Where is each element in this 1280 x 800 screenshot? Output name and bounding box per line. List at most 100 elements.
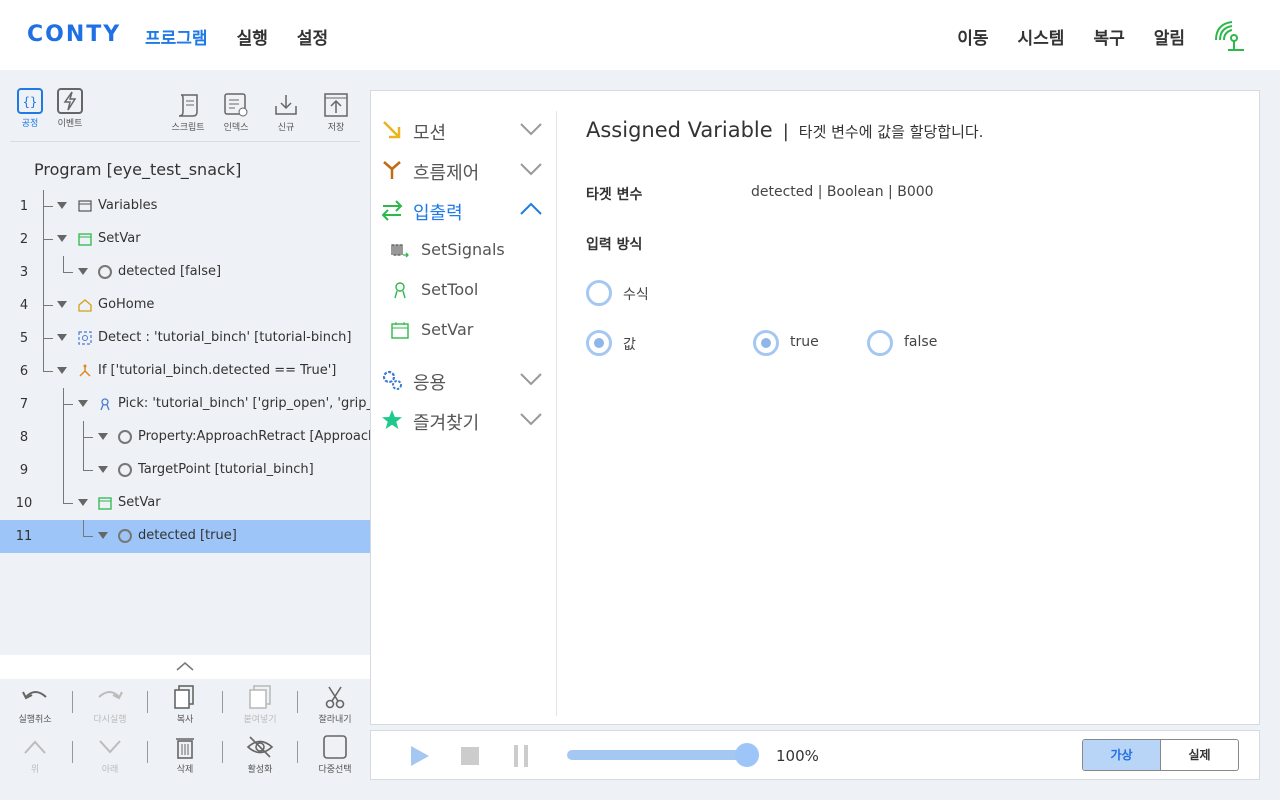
branch-icon [79, 364, 91, 377]
category-application[interactable]: 응용 [381, 365, 546, 395]
category-flow-control[interactable]: 흐름제어 [381, 155, 546, 185]
scissors-icon [325, 686, 345, 709]
line-number: 10 [15, 496, 33, 511]
expand-triangle-icon[interactable] [57, 202, 67, 209]
main-nav: 프로그램 실행 설정 [145, 24, 328, 49]
tree-row-selected[interactable]: 11 detected [true] [0, 520, 370, 553]
paste-button[interactable]: 붙여넣기 [230, 685, 290, 725]
node-label: Variables [98, 198, 158, 213]
category-io[interactable]: 입출력 [381, 195, 546, 225]
star-icon [382, 410, 402, 429]
radio-formula[interactable] [586, 280, 612, 306]
radio-value[interactable] [586, 330, 612, 356]
tree-row[interactable]: 10 SetVar [0, 487, 370, 520]
braces-icon: {} [17, 88, 43, 114]
delete-button[interactable]: 삭제 [155, 735, 215, 775]
expand-triangle-icon[interactable] [98, 466, 108, 473]
expand-triangle-icon[interactable] [57, 367, 67, 374]
stop-button[interactable] [461, 747, 479, 765]
chevron-down-icon [520, 413, 542, 426]
expand-triangle-icon[interactable] [78, 268, 88, 275]
tree-row[interactable]: 1 Variables [0, 190, 370, 223]
tree-row[interactable]: 4 GoHome [0, 289, 370, 322]
line-number: 6 [19, 364, 29, 379]
move-up-button[interactable]: 위 [5, 735, 65, 775]
radio-false[interactable] [867, 330, 893, 356]
speed-slider-handle[interactable] [735, 743, 759, 767]
download-icon [275, 95, 297, 115]
index-button[interactable]: 인덱스 [216, 92, 256, 133]
virtual-mode-button[interactable]: 가상 [1083, 740, 1161, 770]
setvar-icon [391, 322, 409, 339]
nav-move[interactable]: 이동 [957, 24, 988, 49]
copy-button[interactable]: 복사 [155, 685, 215, 725]
move-down-button[interactable]: 아래 [80, 735, 140, 775]
line-number: 4 [19, 298, 29, 313]
expand-triangle-icon[interactable] [78, 400, 88, 407]
target-variable-value[interactable]: detected | Boolean | B000 [751, 184, 934, 200]
chevron-up-icon [176, 662, 194, 671]
chevron-up-icon [520, 202, 542, 215]
real-mode-button[interactable]: 실제 [1161, 740, 1238, 770]
tree-row[interactable]: 8 Property:ApproachRetract [Approach : 1… [0, 421, 370, 454]
command-editor-card: 모션 흐름제어 입출력 SetSignals SetTool SetVar 응용 [370, 90, 1260, 725]
expand-triangle-icon[interactable] [57, 301, 67, 308]
process-tab[interactable]: {} 공정 [16, 88, 44, 129]
detect-icon [78, 331, 92, 345]
motion-arrow-icon [383, 121, 401, 139]
circle-node-icon [118, 430, 132, 444]
expand-triangle-icon[interactable] [57, 334, 67, 341]
eye-off-icon [246, 736, 274, 758]
collapse-toolbar-button[interactable] [0, 655, 370, 679]
category-favorites[interactable]: 즐겨찾기 [381, 405, 546, 435]
system-nav: 이동 시스템 복구 알림 [957, 24, 1185, 49]
tree-row[interactable]: 5 Detect : 'tutorial_binch' [tutorial-bi… [0, 322, 370, 355]
event-tab[interactable]: 이벤트 [54, 88, 86, 129]
command-title: Assigned Variable | 타겟 변수에 값을 할당합니다. [586, 118, 983, 142]
nav-recovery[interactable]: 복구 [1093, 24, 1124, 49]
nav-notifications[interactable]: 알림 [1154, 24, 1185, 49]
radio-true[interactable] [753, 330, 779, 356]
variables-icon [78, 200, 92, 212]
script-button[interactable]: 스크립트 [168, 92, 208, 133]
play-button[interactable] [411, 746, 429, 766]
tree-row[interactable]: 2 SetVar [0, 223, 370, 256]
panel-divider [556, 111, 557, 716]
node-label: detected [false] [118, 264, 222, 279]
gripper-icon [100, 398, 110, 411]
nav-program[interactable]: 프로그램 [145, 24, 208, 49]
command-palette: 모션 흐름제어 입출력 SetSignals SetTool SetVar 응용 [371, 91, 557, 726]
tree-row[interactable]: 7 Pick: 'tutorial_binch' ['grip_open', '… [0, 388, 370, 421]
flow-branch-icon [383, 161, 401, 179]
mode-toggle: 가상 실제 [1082, 739, 1239, 771]
radio-formula-label: 수식 [623, 287, 649, 303]
cut-button[interactable]: 잘라내기 [305, 685, 365, 725]
edit-toolbar: 실행취소 다시실행 복사 붙여넣기 잘라내기 위 아래 삭제 활성화 다중선택 [0, 655, 370, 800]
new-button[interactable]: 신규 [266, 92, 306, 133]
chevron-down-icon [520, 373, 542, 386]
nav-system[interactable]: 시스템 [1018, 24, 1065, 49]
checkbox-icon [323, 735, 347, 759]
signals-icon [391, 244, 409, 258]
category-motion[interactable]: 모션 [381, 115, 546, 145]
redo-button[interactable]: 다시실행 [80, 685, 140, 725]
conty-logo: CONTY [27, 22, 122, 47]
nav-run[interactable]: 실행 [237, 24, 268, 49]
save-button[interactable]: 저장 [316, 92, 356, 133]
toggle-active-button[interactable]: 활성화 [230, 735, 290, 775]
tree-row[interactable]: 3 detected [false] [0, 256, 370, 289]
speed-slider[interactable] [567, 750, 749, 760]
expand-triangle-icon[interactable] [57, 235, 67, 242]
multi-select-button[interactable]: 다중선택 [305, 735, 365, 775]
undo-button[interactable]: 실행취소 [5, 685, 65, 725]
pause-button[interactable] [514, 745, 528, 767]
nav-settings[interactable]: 설정 [297, 24, 328, 49]
expand-triangle-icon[interactable] [78, 499, 88, 506]
tree-row[interactable]: 6 If ['tutorial_binch.detected == True'] [0, 355, 370, 388]
redo-icon [98, 691, 123, 700]
tree-row[interactable]: 9 TargetPoint [tutorial_binch] [0, 454, 370, 487]
expand-triangle-icon[interactable] [98, 532, 108, 539]
circle-node-icon [118, 529, 132, 543]
expand-triangle-icon[interactable] [98, 433, 108, 440]
robot-signal-icon[interactable] [1212, 18, 1248, 52]
